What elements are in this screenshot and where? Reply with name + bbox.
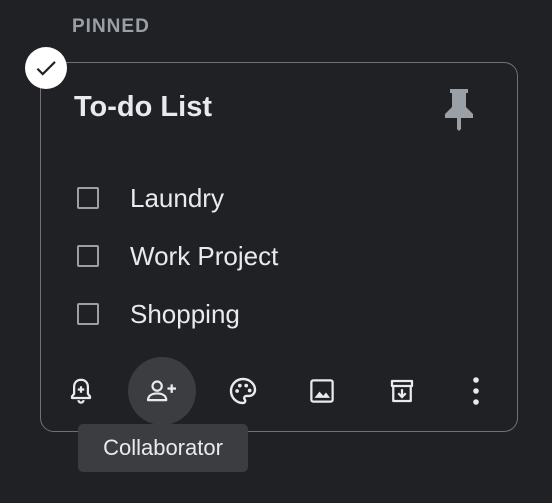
collaborator-tooltip: Collaborator xyxy=(78,424,248,472)
checklist-item: Work Project xyxy=(77,231,278,289)
note-title[interactable]: To-do List xyxy=(74,91,212,124)
checklist-item-text[interactable]: Work Project xyxy=(130,241,278,272)
checkbox[interactable] xyxy=(77,303,99,325)
checklist-item-text[interactable]: Shopping xyxy=(130,299,240,330)
image-icon xyxy=(307,376,337,406)
collaborator-button[interactable] xyxy=(128,357,196,425)
person-add-icon xyxy=(145,376,179,406)
note-card[interactable]: To-do List Laundry Work Project Shopping xyxy=(40,62,518,432)
add-image-button[interactable] xyxy=(288,357,356,425)
palette-icon xyxy=(227,375,259,407)
checklist-item: Shopping xyxy=(77,289,278,347)
section-label-pinned: PINNED xyxy=(72,16,150,37)
pin-icon xyxy=(442,87,476,131)
checkbox[interactable] xyxy=(77,245,99,267)
add-alert-icon xyxy=(66,376,96,406)
checklist-item: Laundry xyxy=(77,173,278,231)
more-options-button[interactable] xyxy=(442,357,510,425)
check-icon xyxy=(33,55,59,81)
archive-icon xyxy=(387,376,417,406)
archive-button[interactable] xyxy=(368,357,436,425)
select-note-checkmark[interactable] xyxy=(25,47,67,89)
pin-button[interactable] xyxy=(437,85,481,133)
more-vert-icon xyxy=(470,375,482,407)
remind-me-button[interactable] xyxy=(47,357,115,425)
background-options-button[interactable] xyxy=(209,357,277,425)
checkbox[interactable] xyxy=(77,187,99,209)
checklist: Laundry Work Project Shopping xyxy=(77,173,278,347)
checklist-item-text[interactable]: Laundry xyxy=(130,183,224,214)
